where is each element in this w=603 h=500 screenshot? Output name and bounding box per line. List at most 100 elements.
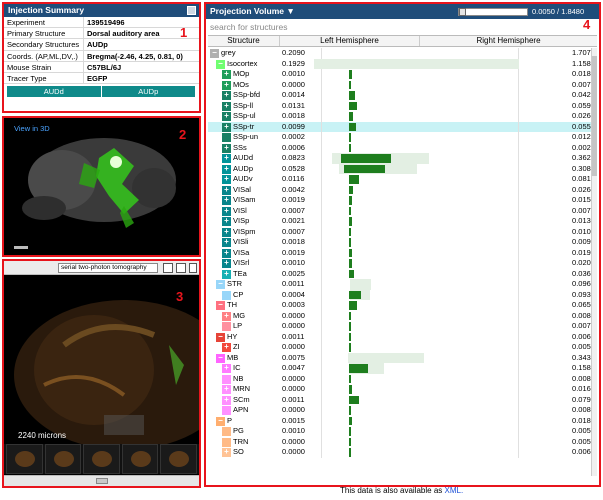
thumbnail[interactable] (6, 444, 43, 474)
expand-toggle-icon[interactable]: + (222, 217, 231, 226)
expand-toggle-icon[interactable]: + (222, 206, 231, 216)
expand-toggle-icon[interactable]: + (222, 112, 231, 121)
horizontal-scrollbar[interactable] (4, 475, 199, 486)
expand-icon[interactable] (189, 263, 197, 273)
expand-toggle-icon[interactable]: + (222, 385, 231, 394)
expand-toggle-icon[interactable]: + (222, 311, 231, 321)
expand-toggle-icon[interactable]: + (222, 196, 231, 205)
collapse-toggle-icon[interactable]: − (216, 332, 225, 342)
table-row[interactable]: − HY 0.0011 0.0068 (208, 331, 597, 342)
thumbnail[interactable] (44, 444, 82, 474)
table-row[interactable]: + MOs 0.0000 0.0076 (208, 79, 597, 91)
expand-toggle-icon[interactable]: + (222, 238, 231, 247)
collapse-toggle-icon[interactable]: − (216, 416, 225, 426)
vertical-scrollbar[interactable] (591, 48, 597, 476)
left-hemisphere-value: 0.0047 (282, 363, 305, 372)
slider-knob[interactable] (459, 8, 466, 16)
zoom-icon[interactable] (163, 263, 173, 273)
table-row[interactable]: + VISrl 0.0010 0.0207 (208, 258, 597, 269)
thumbnail[interactable] (83, 444, 120, 474)
table-row[interactable]: + ZI 0.0000 0.0053 (208, 342, 597, 353)
expand-toggle-icon[interactable]: + (222, 259, 231, 268)
collapse-toggle-icon[interactable]: − (216, 280, 225, 289)
expand-toggle-icon[interactable]: + (222, 227, 231, 237)
table-row[interactable]: + VISl 0.0007 0.0077 (208, 205, 597, 216)
xml-link[interactable]: XML. (445, 486, 464, 495)
table-row[interactable]: + VISam 0.0019 0.0159 (208, 195, 597, 206)
table-row[interactable]: + VISli 0.0018 0.0094 (208, 237, 597, 248)
panel-menu-icon[interactable] (187, 6, 196, 15)
table-row[interactable]: − STR 0.0011 0.0961 (208, 279, 597, 290)
expand-toggle-icon[interactable]: + (222, 175, 231, 184)
expand-toggle-icon[interactable]: + (222, 91, 231, 100)
table-row[interactable]: − grey 0.2090 1.7077 (208, 48, 597, 59)
table-row[interactable]: + IC 0.0047 0.1589 (208, 363, 597, 374)
table-row[interactable]: − P 0.0015 0.0185 (208, 415, 597, 426)
table-row[interactable]: + SSp-tr 0.0099 0.0553 (208, 121, 597, 132)
expand-toggle-icon[interactable]: + (222, 101, 231, 111)
table-row[interactable]: TRN 0.0000 0.0050 (208, 436, 597, 447)
scrollbar-thumb[interactable] (592, 56, 597, 176)
structure-name: SSp-tr (233, 121, 255, 131)
projection-volume-title[interactable]: Projection Volume ▼ (210, 6, 295, 16)
expand-toggle-icon[interactable]: + (222, 448, 231, 457)
table-row[interactable]: + VISp 0.0021 0.0134 (208, 216, 597, 227)
table-row[interactable]: + TEa 0.0025 0.0365 (208, 268, 597, 279)
table-row[interactable]: − Isocortex 0.1929 1.1587 (208, 58, 597, 69)
expand-toggle-icon[interactable]: + (222, 122, 231, 132)
table-row[interactable]: + SSp-bfd 0.0014 0.0424 (208, 90, 597, 101)
thumbnail[interactable] (160, 444, 197, 474)
table-row[interactable]: + SSp-ll 0.0131 0.0596 (208, 100, 597, 111)
collapse-toggle-icon[interactable]: − (216, 59, 225, 69)
structure-search-input[interactable]: search for structures (208, 21, 597, 33)
table-row[interactable]: LP 0.0000 0.0077 (208, 321, 597, 332)
expand-toggle-icon[interactable]: + (222, 154, 231, 163)
collapse-toggle-icon[interactable]: − (216, 301, 225, 310)
table-row[interactable]: + AUDd 0.0823 0.3627 (208, 153, 597, 164)
expand-toggle-icon[interactable]: + (222, 395, 231, 405)
volume-scale-slider[interactable] (458, 8, 528, 16)
expand-toggle-icon[interactable]: + (222, 164, 231, 174)
table-row[interactable]: + MOp 0.0010 0.0181 (208, 69, 597, 80)
structure-cell: + VISrl (208, 258, 280, 269)
table-row[interactable]: + AUDv 0.0116 0.0815 (208, 174, 597, 185)
table-row[interactable]: CP 0.0004 0.0937 (208, 289, 597, 300)
expand-toggle-icon[interactable]: + (222, 143, 231, 153)
table-row[interactable]: + MRN 0.0000 0.0166 (208, 384, 597, 395)
audp-button[interactable]: AUDp (101, 86, 196, 98)
expand-toggle-icon[interactable]: + (222, 70, 231, 79)
structure-cell: + MOs (208, 80, 280, 91)
table-row[interactable]: + VISpm 0.0007 0.0102 (208, 226, 597, 237)
table-row[interactable]: APN 0.0000 0.0084 (208, 405, 597, 416)
table-row[interactable]: + MG 0.0000 0.0087 (208, 310, 597, 321)
scrollbar-grip[interactable] (96, 478, 108, 484)
table-row[interactable]: + SSp-ul 0.0018 0.0264 (208, 111, 597, 122)
expand-toggle-icon[interactable]: + (222, 80, 231, 90)
table-row[interactable]: − MB 0.0075 0.3436 (208, 352, 597, 363)
thumbnail[interactable] (121, 444, 159, 474)
section-image-viewer[interactable]: serial two-photon tomography 2240 micron… (2, 259, 201, 488)
left-hemisphere-value: 0.0000 (282, 79, 305, 89)
brain-3d-viewer[interactable]: View in 3D (2, 116, 201, 257)
table-row[interactable]: SSp-un 0.0002 0.0125 (208, 132, 597, 143)
expand-toggle-icon[interactable]: + (222, 185, 231, 195)
table-row[interactable]: NB 0.0000 0.0083 (208, 373, 597, 384)
imaging-mode-select[interactable]: serial two-photon tomography (58, 263, 158, 273)
expand-toggle-icon[interactable]: + (222, 364, 231, 373)
table-row[interactable]: PG 0.0010 0.0054 (208, 426, 597, 437)
collapse-toggle-icon[interactable]: − (210, 49, 219, 58)
table-row[interactable]: + VISa 0.0019 0.0195 (208, 247, 597, 258)
table-row[interactable]: + VISal 0.0042 0.0260 (208, 184, 597, 195)
table-row[interactable]: + SO 0.0000 0.0061 (208, 447, 597, 458)
table-row[interactable]: + AUDp 0.0528 0.3083 (208, 163, 597, 174)
expand-toggle-icon[interactable]: + (222, 343, 231, 352)
table-row[interactable]: + SCm 0.0011 0.0791 (208, 394, 597, 405)
table-row[interactable]: + SSs 0.0006 0.0025 (208, 142, 597, 153)
grid-icon[interactable] (176, 263, 186, 273)
structure-name: VISam (233, 195, 256, 204)
expand-toggle-icon[interactable]: + (222, 248, 231, 258)
audd-button[interactable]: AUDd (7, 86, 102, 98)
collapse-toggle-icon[interactable]: − (216, 353, 225, 363)
table-row[interactable]: − TH 0.0003 0.0656 (208, 300, 597, 311)
expand-toggle-icon[interactable]: + (222, 269, 231, 279)
